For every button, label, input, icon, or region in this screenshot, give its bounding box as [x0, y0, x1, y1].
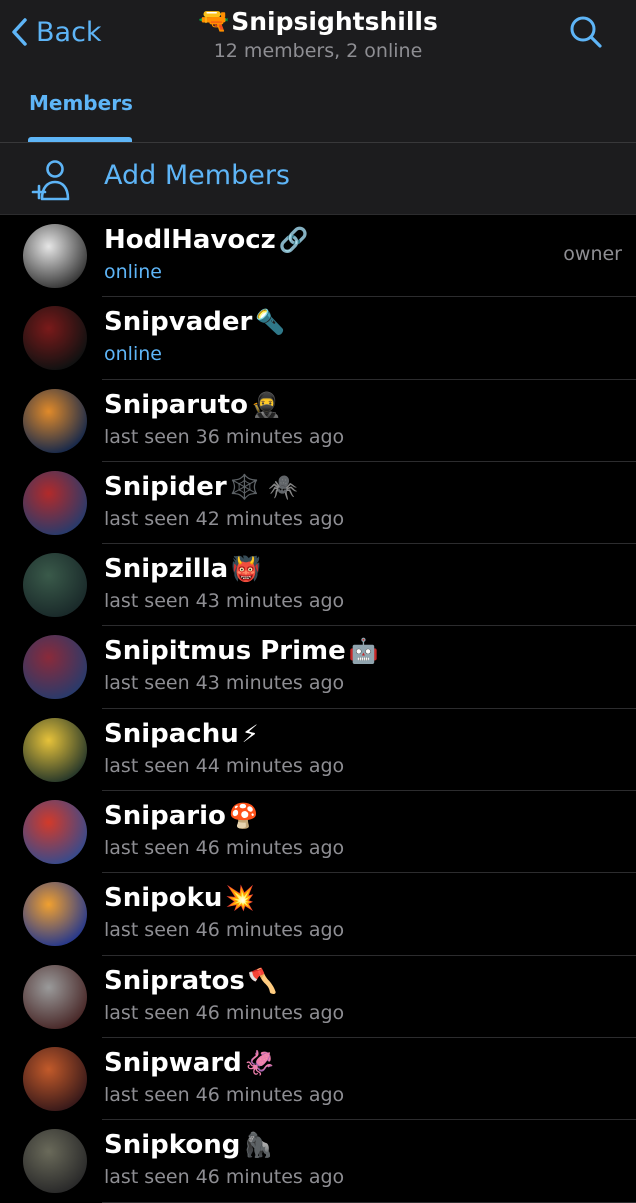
member-name-text: Snipkong: [104, 1130, 241, 1161]
member-row[interactable]: Snipachu ⚡ last seen 44 minutes ago: [0, 709, 636, 792]
tab-active-indicator: [28, 137, 132, 142]
member-name-text: Snipward: [104, 1047, 242, 1078]
name-emoji-icon: 👹: [231, 555, 262, 584]
member-name: Snipvader 🔦: [104, 307, 285, 337]
last-seen-status: last seen 42 minutes ago: [104, 507, 345, 530]
last-seen-status: last seen 43 minutes ago: [104, 672, 345, 695]
member-name: Snipkong 🦍: [104, 1130, 273, 1160]
add-members-button[interactable]: Add Members: [0, 143, 636, 215]
name-emoji-icon: 💥: [225, 884, 256, 913]
avatar[interactable]: [23, 553, 87, 618]
avatar[interactable]: [23, 635, 87, 700]
member-row[interactable]: Snipider 🕸️ 🕷️ last seen 42 minutes ago: [0, 462, 636, 545]
member-name: Snipachu ⚡: [104, 719, 259, 749]
last-seen-status: last seen 46 minutes ago: [104, 837, 345, 860]
member-row[interactable]: HodlHavocz 🔗 online owner: [0, 215, 636, 298]
last-seen-status: last seen 36 minutes ago: [104, 425, 345, 448]
member-name-text: Snipvader: [104, 307, 253, 338]
add-members-label: Add Members: [104, 160, 290, 191]
member-row[interactable]: Sniparuto 🥷 last seen 36 minutes ago: [0, 380, 636, 462]
avatar[interactable]: [23, 470, 87, 535]
last-seen-status: last seen 46 minutes ago: [104, 919, 345, 942]
member-row[interactable]: Snipward 🦑 last seen 46 minutes ago: [0, 1038, 636, 1121]
name-emoji-icon: ⚡: [241, 719, 259, 748]
member-name: HodlHavocz 🔗: [104, 225, 309, 255]
avatar[interactable]: [23, 800, 87, 865]
back-label: Back: [36, 16, 102, 48]
member-name-text: Snipzilla: [104, 554, 229, 585]
member-name: Snipzilla 👹: [104, 554, 261, 584]
member-list: HodlHavocz 🔗 online owner Snipvader 🔦 online Sn…: [0, 215, 636, 1203]
member-count: 12 members, 2 online: [213, 40, 423, 62]
member-name: Snipario 🍄: [104, 801, 259, 831]
name-emoji-icon: 🦑: [244, 1048, 275, 1077]
search-icon: [570, 16, 602, 48]
member-row[interactable]: Snipario 🍄 last seen 46 minutes ago: [0, 791, 636, 874]
member-row[interactable]: Snipvader 🔦 online: [0, 297, 636, 380]
name-emoji-icon: 🤖: [348, 637, 379, 666]
member-name-text: Snipario: [104, 801, 226, 832]
member-name-text: Snipachu: [104, 718, 239, 749]
member-row[interactable]: Snipzilla 👹 last seen 43 minutes ago: [0, 544, 636, 627]
avatar[interactable]: [23, 306, 87, 371]
search-button[interactable]: [566, 10, 606, 54]
navigation-header: Back 🔫 Snipsightshills 12 members, 2 onl…: [0, 0, 636, 143]
member-name: Snipratos 🪓: [104, 966, 278, 996]
member-row[interactable]: Snipkong 🦍 last seen 46 minutes ago: [0, 1120, 636, 1203]
member-row[interactable]: Snipoku 💥 last seen 46 minutes ago: [0, 873, 636, 956]
avatar[interactable]: [23, 388, 87, 453]
member-row[interactable]: Snipitmus Prime 🤖 last seen 43 minutes ago: [0, 626, 636, 709]
tab-members[interactable]: Members: [29, 91, 133, 115]
member-row[interactable]: Snipratos 🪓 last seen 46 minutes ago: [0, 956, 636, 1038]
member-name-text: Snipider: [104, 471, 227, 502]
member-name: Snipitmus Prime 🤖: [104, 636, 379, 666]
last-seen-status: last seen 46 minutes ago: [104, 1083, 345, 1106]
last-seen-status: last seen 43 minutes ago: [104, 590, 345, 613]
add-person-icon: [31, 160, 70, 201]
avatar[interactable]: [23, 964, 87, 1029]
row-divider: [102, 1201, 636, 1203]
name-emoji-icon: 🦍: [243, 1131, 274, 1160]
name-emoji-icon: 🔗: [278, 226, 309, 254]
role-badge: owner: [563, 243, 622, 265]
last-seen-status: last seen 46 minutes ago: [104, 1166, 345, 1189]
last-seen-status: last seen 44 minutes ago: [104, 754, 345, 777]
avatar[interactable]: [23, 1129, 87, 1194]
member-name-text: Snipratos: [104, 965, 245, 996]
page-title: 🔫 Snipsightshills: [198, 6, 438, 36]
name-emoji-icon: 🥷: [250, 390, 281, 419]
chat-title-block[interactable]: 🔫 Snipsightshills 12 members, 2 online: [150, 6, 486, 62]
member-name: Sniparuto 🥷: [104, 390, 281, 420]
chevron-left-icon: [12, 18, 27, 46]
name-emoji-icon: 🪓: [247, 966, 278, 995]
member-name: Snipoku 💥: [104, 883, 255, 913]
member-name-text: Snipitmus Prime: [104, 636, 346, 667]
name-emoji-icon: 🔦: [255, 308, 286, 337]
group-name: Snipsightshills: [231, 6, 438, 36]
member-name-text: Snipoku: [104, 883, 223, 914]
back-button[interactable]: Back: [10, 10, 102, 54]
member-name: Snipward 🦑: [104, 1048, 275, 1078]
online-status: online: [104, 261, 162, 283]
name-emoji-icon: 🍄: [228, 802, 259, 831]
avatar[interactable]: [23, 1046, 87, 1111]
avatar[interactable]: [23, 882, 87, 947]
member-name-text: HodlHavocz: [104, 225, 276, 255]
member-name: Snipider 🕸️ 🕷️: [104, 472, 298, 502]
last-seen-status: last seen 46 minutes ago: [104, 1001, 345, 1024]
member-name-text: Sniparuto: [104, 389, 248, 420]
avatar[interactable]: [23, 717, 87, 782]
avatar[interactable]: [23, 224, 87, 288]
water-pistol-icon: 🔫: [198, 6, 230, 35]
online-status: online: [104, 343, 162, 366]
name-emoji-icon: 🕸️ 🕷️: [229, 472, 298, 501]
